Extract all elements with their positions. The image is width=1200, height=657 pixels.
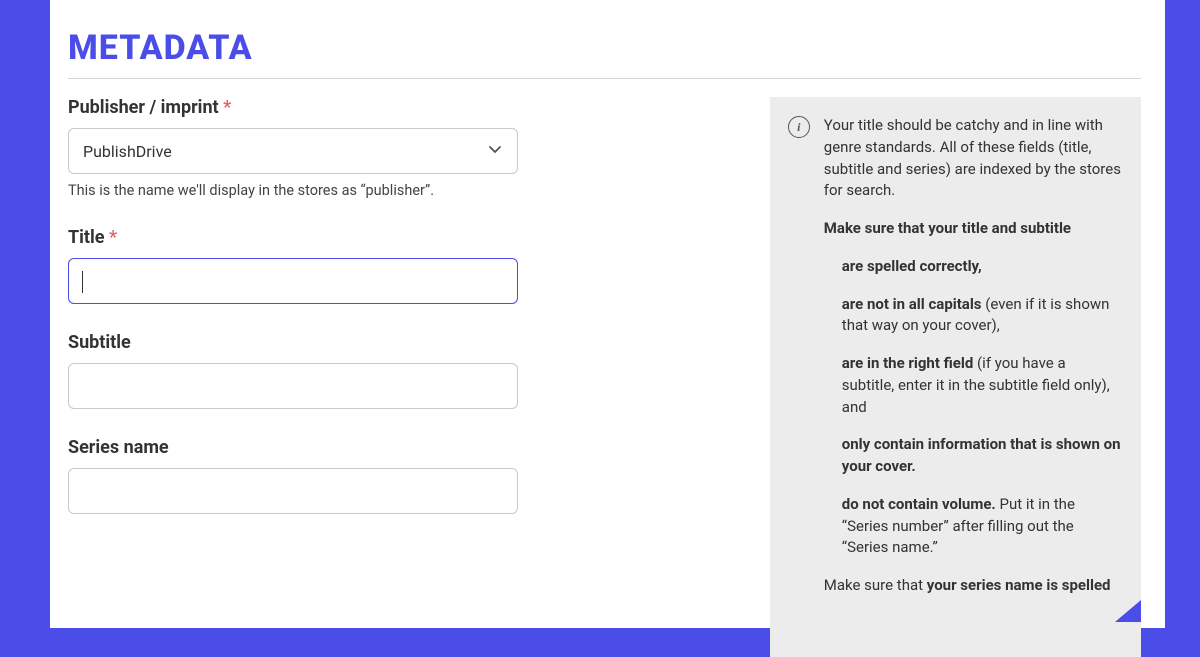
subtitle-field: Subtitle <box>68 332 760 409</box>
title-label-text: Title <box>68 227 105 248</box>
title-label: Title * <box>68 227 760 248</box>
subtitle-label: Subtitle <box>68 332 760 353</box>
publisher-label: Publisher / imprint * <box>68 97 760 118</box>
title-field: Title * <box>68 227 760 304</box>
info-icon: i <box>788 116 810 138</box>
form-column: Publisher / imprint * PublishDrive This … <box>68 97 760 657</box>
content-row: Publisher / imprint * PublishDrive This … <box>68 97 1141 657</box>
publisher-help-text: This is the name we'll display in the st… <box>68 182 760 199</box>
series-name-label: Series name <box>68 437 760 458</box>
required-mark: * <box>219 97 232 118</box>
divider <box>68 78 1141 79</box>
required-mark: * <box>105 227 118 248</box>
info-item: are not in all capitals (even if it is s… <box>842 294 1121 338</box>
publisher-label-text: Publisher / imprint <box>68 97 219 118</box>
page-title: METADATA <box>68 28 1141 68</box>
info-item: are in the right field (if you have a su… <box>842 353 1121 418</box>
title-input-wrap <box>68 258 518 304</box>
info-lead: Make sure that your title and subtitle <box>824 218 1121 240</box>
folded-corner-icon <box>1115 600 1141 622</box>
info-list: are spelled correctly, are not in all ca… <box>824 256 1121 559</box>
subtitle-input[interactable] <box>68 363 518 409</box>
info-item: only contain information that is shown o… <box>842 434 1121 478</box>
title-input[interactable] <box>68 258 518 304</box>
info-row: i Your title should be catchy and in lin… <box>788 115 1121 613</box>
info-panel: i Your title should be catchy and in lin… <box>770 97 1141 657</box>
info-body: Your title should be catchy and in line … <box>824 115 1121 613</box>
info-item: are spelled correctly, <box>842 256 1121 278</box>
publisher-field: Publisher / imprint * PublishDrive This … <box>68 97 760 199</box>
chevron-down-icon <box>487 141 503 161</box>
series-name-input[interactable] <box>68 468 518 514</box>
publisher-select[interactable]: PublishDrive <box>68 128 518 174</box>
info-item: do not contain volume. Put it in the “Se… <box>842 494 1121 559</box>
metadata-card: METADATA Publisher / imprint * PublishDr… <box>50 0 1165 628</box>
publisher-select-value: PublishDrive <box>83 142 172 161</box>
info-intro: Your title should be catchy and in line … <box>824 115 1121 202</box>
info-series-line: Make sure that your series name is spell… <box>824 575 1121 597</box>
text-cursor <box>82 271 83 293</box>
series-name-field: Series name <box>68 437 760 514</box>
